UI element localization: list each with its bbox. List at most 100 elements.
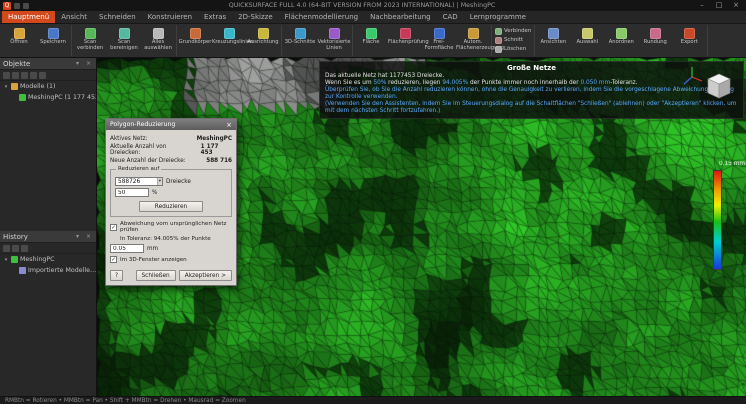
accept-button[interactable]: Akzeptieren >	[179, 270, 232, 281]
overlay-text-segment: (Verwenden Sie den Assistenten, indem Si…	[325, 101, 736, 114]
status-bar: RMBtn = Rotieren • MMBtn = Pan • Shift +…	[0, 396, 746, 404]
reduce-button[interactable]: Reduzieren	[139, 201, 203, 212]
dialog-footer: ? Schließen Akzeptieren >	[106, 267, 236, 285]
ribbon-button-rundung[interactable]: Rundung	[638, 25, 672, 56]
tab-cad[interactable]: CAD	[437, 11, 464, 23]
ribbon: Öffnen SpeichernScan verbindenScan berein…	[0, 24, 746, 58]
sections-3d-icon	[295, 28, 306, 39]
redo-icon[interactable]	[12, 245, 19, 252]
dialog-title-bar[interactable]: Polygon-Reduzierung ×	[106, 119, 236, 130]
settings-icon[interactable]	[39, 72, 46, 79]
tab-nachbearbeitung[interactable]: Nachbearbeitung	[364, 11, 436, 23]
selection-icon	[582, 28, 593, 39]
polygon-reduction-dialog: Polygon-Reduzierung × Aktives Netz: Mesh…	[105, 118, 237, 286]
ribbon-button-löschen[interactable]: Löschen	[495, 46, 531, 53]
close-button[interactable]: ×	[729, 0, 743, 11]
application-window: Q QUICKSURFACE FULL 4.0 (64-BIT VERSION …	[0, 0, 746, 404]
save-icon	[48, 28, 59, 39]
deviation-colorbar	[713, 170, 722, 270]
dialog-title: Polygon-Reduzierung	[110, 121, 175, 128]
surface-icon	[366, 28, 377, 39]
ribbon-button-fläche[interactable]: Fläche	[354, 25, 388, 56]
tab-schneiden[interactable]: Schneiden	[93, 11, 142, 23]
tree-item-label: Importierte Modelle…	[28, 267, 96, 274]
ribbon-button-auswahl[interactable]: Auswahl	[570, 25, 604, 56]
show-3d-check-row[interactable]: ✓ Im 3D-Fenster anzeigen	[110, 256, 232, 263]
expand-arrow-icon[interactable]: ▾	[3, 84, 9, 90]
ribbon-button-öffnen[interactable]: Öffnen	[2, 25, 36, 56]
cut-icon	[495, 37, 502, 44]
overlay-line: Überprüfen Sie, ob Sie die Anzahl reduzi…	[325, 87, 738, 101]
3d-viewport[interactable]: Große Netze Das aktuelle Netz hat 117745…	[97, 58, 746, 396]
checkbox-checked-icon[interactable]: ✓	[110, 256, 117, 263]
help-button[interactable]: ?	[110, 270, 123, 281]
quick-access-icon[interactable]	[23, 3, 29, 9]
triangle-count-dropdown[interactable]: 588726 ▾	[115, 177, 163, 186]
quick-access-icon[interactable]	[14, 3, 20, 9]
minimize-button[interactable]: –	[695, 0, 709, 11]
deviation-check-row[interactable]: ✓ Abweichung vom ursprünglichen Netz prü…	[110, 221, 232, 233]
ribbon-button-schnitt[interactable]: Schnitt	[495, 37, 531, 44]
panel-close-icon[interactable]: ×	[84, 60, 93, 67]
ribbon-button-flächenprüfung[interactable]: Flächenprüfung	[388, 25, 422, 56]
ribbon-button-alles-auswählen[interactable]: Alles auswählen	[141, 25, 175, 56]
ribbon-button-grundkörper[interactable]: Grundkörper	[178, 25, 212, 56]
tab-lernprogramme[interactable]: Lernprogramme	[464, 11, 532, 23]
expand-arrow-icon[interactable]: ▾	[3, 257, 9, 263]
expand-all-icon[interactable]	[12, 72, 19, 79]
ribbon-button-vektorisierte-linien[interactable]: Vektorisierte Linien	[317, 25, 351, 56]
percent-input[interactable]	[115, 188, 149, 197]
tolerance-input[interactable]	[110, 244, 144, 253]
history-panel-title: History	[3, 233, 28, 241]
ribbon-button-label: Scan bereinigen	[107, 40, 141, 52]
overlay-text-segment: Wenn Sie es um	[325, 80, 373, 86]
ribbon-button-export[interactable]: Export	[672, 25, 706, 56]
ribbon-button-anordnen[interactable]: Anordnen	[604, 25, 638, 56]
filter-icon[interactable]	[3, 72, 10, 79]
tab-konstruieren[interactable]: Konstruieren	[142, 11, 198, 23]
ribbon-button-label: Verbinden	[504, 29, 531, 35]
views-icon	[548, 28, 559, 39]
ribbon-button-label: Öffnen	[10, 40, 27, 46]
ribbon-button-scan-verbinden[interactable]: Scan verbinden	[73, 25, 107, 56]
ribbon-button-ansichten[interactable]: Ansichten	[536, 25, 570, 56]
ribbon-button-label: Ausrichtung	[247, 40, 278, 46]
undo-icon[interactable]	[3, 245, 10, 252]
freeform-surface-icon	[434, 28, 445, 39]
checkbox-checked-icon[interactable]: ✓	[110, 224, 117, 231]
panel-menu-icon[interactable]: ▾	[73, 60, 82, 67]
alignment-icon	[258, 28, 269, 39]
overlay-text-segment: 94.005%	[442, 80, 468, 86]
tree-item-importierte-modelle[interactable]: Importierte Modelle…	[0, 265, 96, 276]
ribbon-button-verbinden[interactable]: Verbinden	[495, 28, 531, 35]
skip-button[interactable]: Schließen	[136, 270, 176, 281]
ribbon-button-autom-flächenerzeugung[interactable]: Autom. Flächenerzeugung	[456, 25, 490, 56]
tab-ansicht[interactable]: Ansicht	[55, 11, 93, 23]
ribbon-button-label: Rundung	[644, 40, 667, 46]
clear-history-icon[interactable]	[21, 245, 28, 252]
ribbon-button-scan-bereinigen[interactable]: Scan bereinigen	[107, 25, 141, 56]
ribbon-button-speichern[interactable]: Speichern	[36, 25, 70, 56]
history-panel-header: History ▾ ×	[0, 231, 96, 243]
maximize-button[interactable]: □	[712, 0, 726, 11]
ribbon-button-ausrichtung[interactable]: Ausrichtung	[246, 25, 280, 56]
new-triangles-value: 588 716	[206, 158, 232, 164]
tab-hauptmenü[interactable]: Hauptmenü	[2, 11, 55, 23]
tree-item-meshingpc-1-177-453[interactable]: MeshingPC (1 177 453)	[0, 92, 96, 103]
view-cube[interactable]	[702, 70, 736, 104]
ribbon-button-frei-formfläche[interactable]: Frei-Formfläche	[422, 25, 456, 56]
tab-2d-skizze[interactable]: 2D-Skizze	[232, 11, 278, 23]
model-icon	[19, 267, 26, 274]
chevron-down-icon[interactable]: ▾	[157, 178, 162, 185]
panel-close-icon[interactable]: ×	[84, 233, 93, 240]
collapse-all-icon[interactable]	[21, 72, 28, 79]
tree-item-meshingpc[interactable]: ▾MeshingPC	[0, 254, 96, 265]
dialog-close-icon[interactable]: ×	[226, 120, 232, 130]
tree-item-modelle-1[interactable]: ▾Modelle (1)	[0, 81, 96, 92]
ribbon-button-kreuzungslinien[interactable]: Kreuzungslinien	[212, 25, 246, 56]
show-hide-icon[interactable]	[30, 72, 37, 79]
ribbon-button-3d-schnitte[interactable]: 3D-Schnitte	[283, 25, 317, 56]
tab-flächenmodellierung[interactable]: Flächenmodellierung	[279, 11, 364, 23]
tab-extras[interactable]: Extras	[198, 11, 232, 23]
panel-menu-icon[interactable]: ▾	[73, 233, 82, 240]
